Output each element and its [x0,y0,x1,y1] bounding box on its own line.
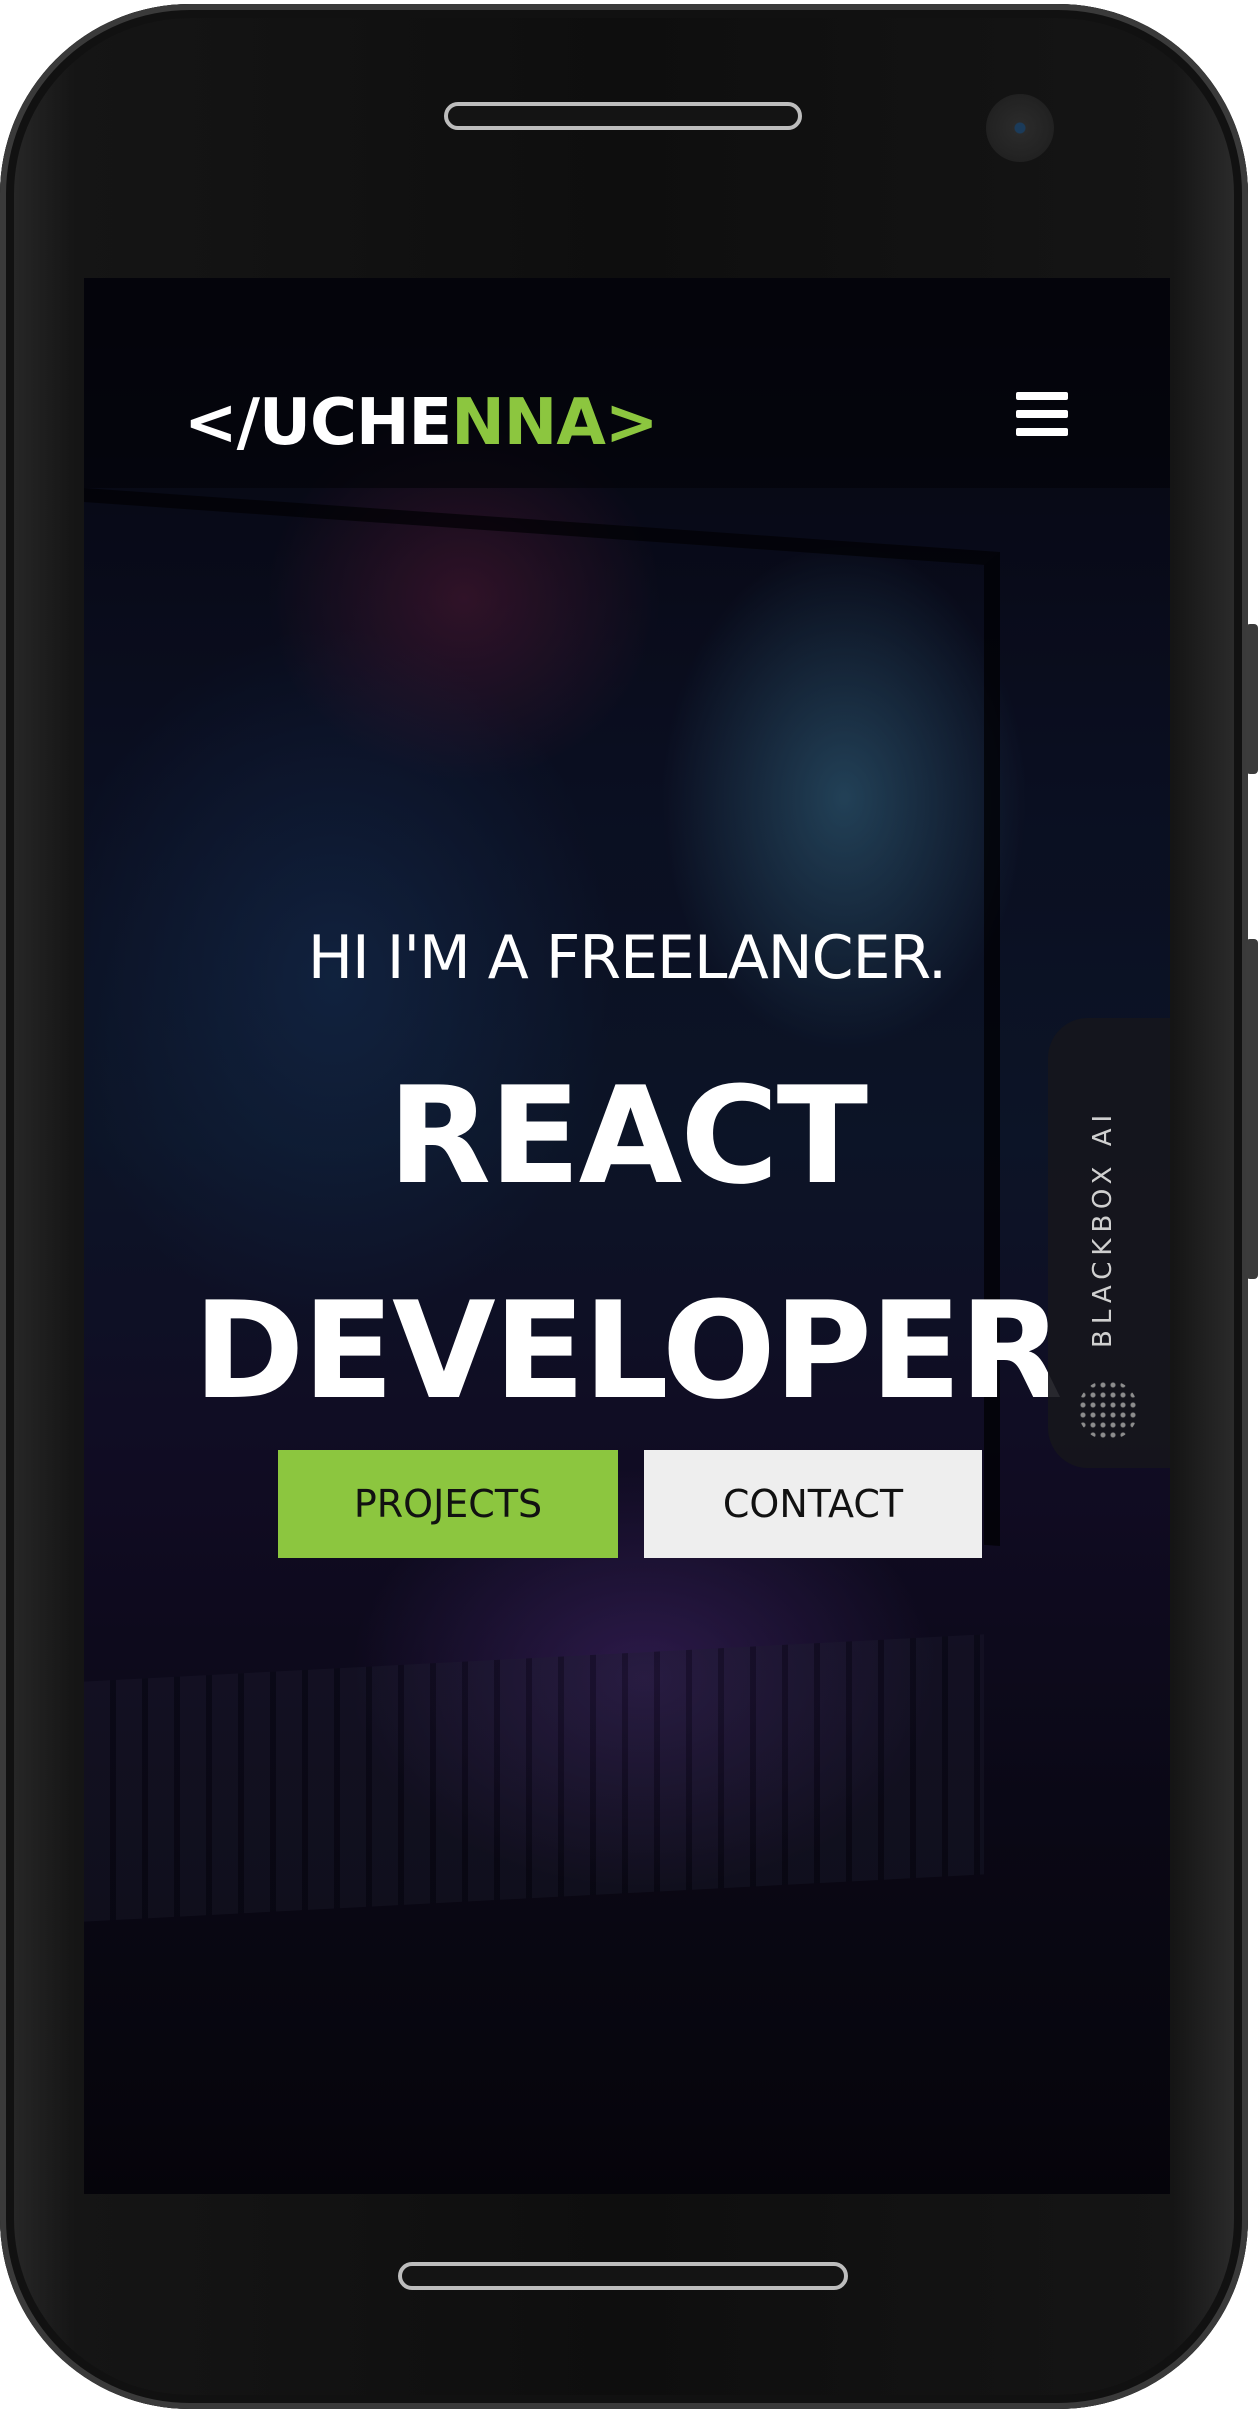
earpiece-speaker [444,102,802,130]
logo-accent: NNA [451,386,606,460]
bottom-speaker [398,2262,848,2290]
front-camera [986,94,1054,162]
hero-headline-line1: REACT [387,1058,868,1214]
contact-button[interactable]: CONTACT [644,1450,982,1558]
logo-suffix: > [604,386,659,460]
phone-screen: </UCHENNA> HI I'M A FREELANCER. REACT DE… [84,278,1170,2194]
blackbox-ai-label: BLACKBOX AI [1088,1108,1118,1348]
hero-headline-line2: DEVELOPER [193,1273,1062,1429]
site-logo[interactable]: </UCHENNA> [184,386,658,460]
hamburger-menu-icon[interactable] [1016,392,1068,440]
blackbox-dots-icon [1078,1380,1138,1440]
background-keyboard [84,1634,984,1922]
logo-prefix: </UCHE [184,386,452,460]
blackbox-ai-tab[interactable]: BLACKBOX AI [1048,1018,1170,1468]
hero-subtitle: HI I'M A FREELANCER. [307,923,947,993]
projects-button[interactable]: PROJECTS [278,1450,618,1558]
phone-frame: </UCHENNA> HI I'M A FREELANCER. REACT DE… [0,4,1258,2409]
power-button [1246,939,1258,1279]
volume-button [1246,624,1258,774]
